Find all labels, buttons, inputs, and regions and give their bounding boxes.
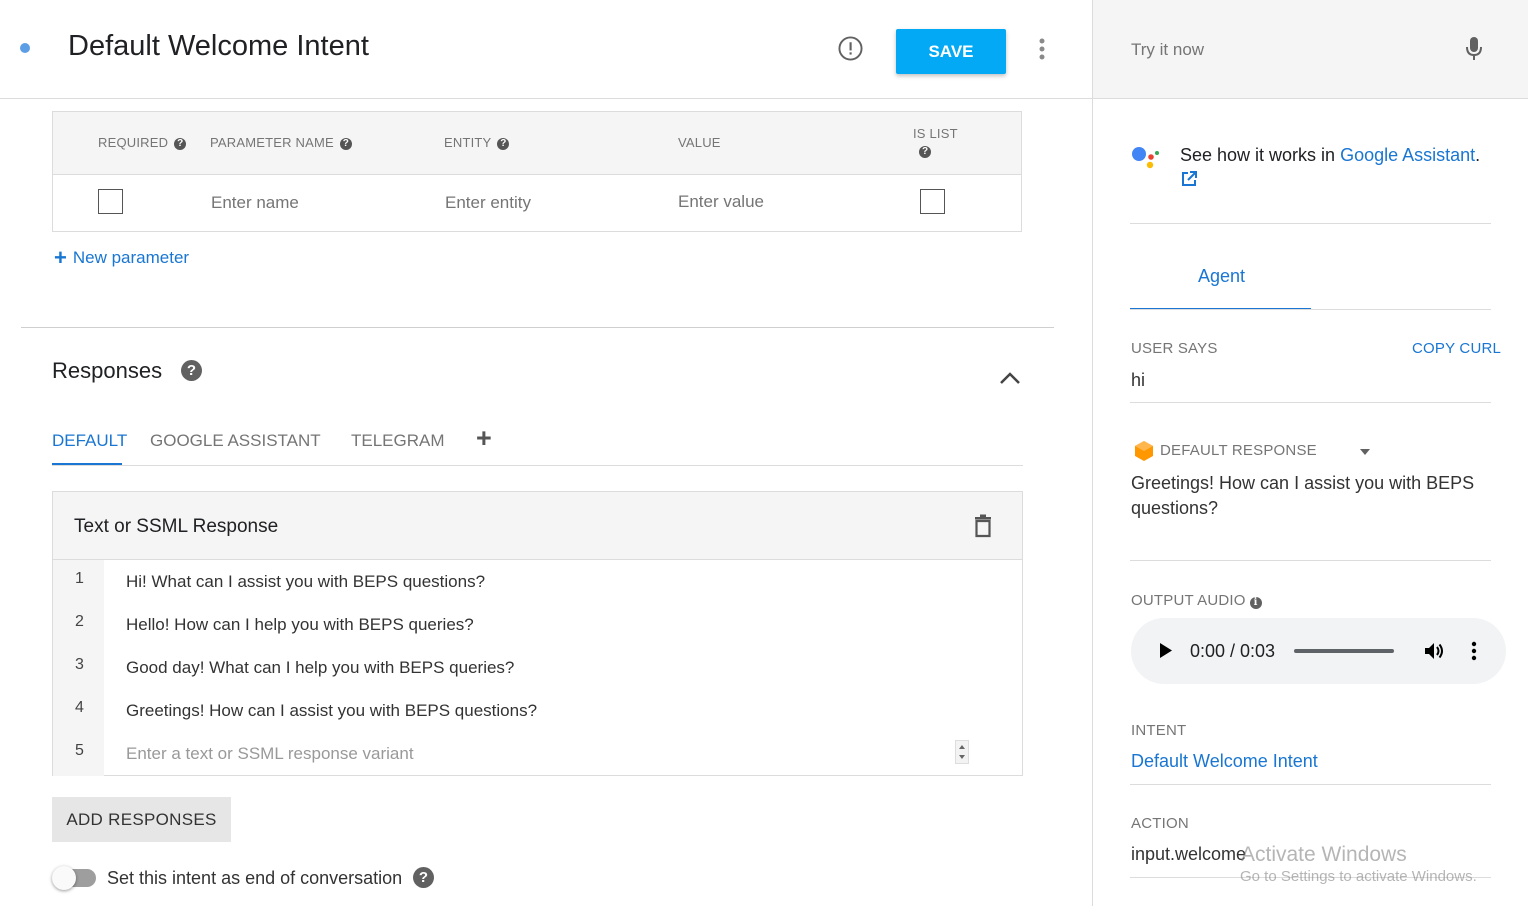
tab-telegram[interactable]: TELEGRAM — [351, 431, 445, 451]
action-label: ACTION — [1131, 815, 1189, 832]
section-divider — [21, 327, 1054, 328]
tab-google-assistant[interactable]: GOOGLE ASSISTANT — [150, 431, 321, 451]
col-is-list: IS LIST — [913, 126, 958, 141]
response-variant[interactable]: Hi! What can I assist you with BEPS ques… — [126, 572, 485, 592]
audio-progress-bar[interactable] — [1294, 649, 1394, 653]
try-it-bar: Try it now — [1093, 0, 1528, 99]
col-parameter-name: PARAMETER NAME? — [210, 135, 352, 150]
audio-player: 0:00 / 0:03 — [1131, 618, 1506, 684]
windows-watermark-subtitle: Go to Settings to activate Windows. — [1240, 868, 1477, 885]
dialogflow-icon — [1135, 441, 1153, 461]
intent-header: Default Welcome Intent SAVE — [0, 0, 1092, 99]
external-link-icon[interactable] — [1180, 170, 1198, 188]
entity-input[interactable] — [445, 193, 645, 213]
new-response-input[interactable]: Enter a text or SSML response variant — [126, 744, 414, 764]
response-variant[interactable]: Good day! What can I help you with BEPS … — [126, 658, 514, 678]
page-title: Default Welcome Intent — [68, 30, 369, 62]
action-value: input.welcome — [1131, 844, 1247, 864]
help-icon[interactable]: ? — [339, 137, 352, 150]
separator — [1130, 309, 1491, 310]
separator — [1130, 223, 1491, 224]
play-icon[interactable] — [1159, 642, 1173, 659]
responses-title: Responses — [52, 358, 163, 383]
text-response-title: Text or SSML Response — [74, 516, 279, 537]
save-button[interactable]: SAVE — [896, 29, 1006, 74]
more-options-icon[interactable] — [1034, 37, 1050, 61]
tab-default[interactable]: DEFAULT — [52, 431, 127, 451]
parameter-table-header: REQUIRED? PARAMETER NAME? ENTITY? VALUE … — [53, 112, 1021, 175]
help-icon[interactable]: ? — [181, 360, 202, 381]
info-icon[interactable]: i — [1249, 597, 1262, 609]
toggle-knob[interactable] — [52, 866, 76, 890]
chevron-up-icon[interactable] — [998, 368, 1022, 386]
resize-spinner-icon[interactable] — [955, 740, 969, 764]
help-icon[interactable]: ? — [919, 146, 931, 158]
add-responses-button[interactable]: ADD RESPONSES — [52, 797, 231, 842]
warning-icon[interactable] — [838, 36, 863, 61]
active-tab-indicator — [52, 463, 122, 465]
user-says-value: hi — [1131, 370, 1146, 390]
text-response-header: Text or SSML Response — [53, 492, 1022, 560]
row-number: 5 — [75, 742, 84, 759]
dropdown-arrow-icon[interactable] — [1359, 448, 1371, 456]
try-it-panel: Try it now See how it works in Google As… — [1092, 0, 1528, 906]
end-conversation-label: Set this intent as end of conversation — [107, 868, 403, 888]
col-entity: ENTITY? — [444, 135, 510, 150]
response-tabs: DEFAULT GOOGLE ASSISTANT TELEGRAM + — [52, 420, 1023, 466]
intent-link[interactable]: Default Welcome Intent — [1131, 751, 1318, 772]
text-response-card: Text or SSML Response 1 2 3 4 5 Hi! What… — [52, 491, 1023, 776]
col-value: VALUE — [678, 135, 721, 150]
help-icon[interactable]: ? — [174, 137, 187, 150]
response-variant[interactable]: Greetings! How can I assist you with BEP… — [126, 701, 537, 721]
output-audio-label: OUTPUT AUDIO i — [1131, 592, 1262, 609]
microphone-icon[interactable] — [1465, 36, 1483, 62]
see-how-text: See how it works in Google Assistant. — [1180, 145, 1481, 165]
status-dot — [20, 43, 30, 53]
value-input[interactable] — [678, 192, 878, 212]
audio-time: 0:00 / 0:03 — [1190, 641, 1276, 661]
response-variant[interactable]: Hello! How can I help you with BEPS quer… — [126, 615, 474, 635]
tab-agent[interactable]: Agent — [1198, 266, 1245, 287]
help-icon[interactable]: ? — [413, 867, 434, 888]
parameter-name-input[interactable] — [211, 193, 411, 213]
separator — [1130, 560, 1491, 561]
help-icon[interactable]: ? — [497, 137, 510, 150]
google-assistant-logo — [1132, 147, 1159, 169]
audio-more-options-icon[interactable] — [1469, 640, 1479, 662]
separator — [1130, 784, 1491, 785]
windows-watermark-title: Activate Windows — [1241, 843, 1407, 866]
row-number-column: 1 2 3 4 5 — [53, 560, 104, 776]
row-number: 1 — [75, 570, 84, 587]
trash-icon[interactable] — [973, 514, 993, 538]
new-parameter-link[interactable]: + New parameter — [54, 245, 189, 271]
try-it-input[interactable]: Try it now — [1131, 40, 1204, 60]
google-assistant-link[interactable]: Google Assistant — [1340, 145, 1475, 165]
separator — [1130, 402, 1491, 403]
row-number: 2 — [75, 613, 84, 630]
default-response-value: Greetings! How can I assist you with BEP… — [1131, 473, 1475, 518]
default-response-label: DEFAULT RESPONSE — [1160, 442, 1317, 459]
row-number: 3 — [75, 656, 84, 673]
parameter-table: REQUIRED? PARAMETER NAME? ENTITY? VALUE … — [52, 111, 1022, 232]
copy-curl-link[interactable]: COPY CURL — [1412, 340, 1501, 357]
row-number: 4 — [75, 699, 84, 716]
plus-icon: + — [54, 245, 67, 270]
col-required: REQUIRED? — [98, 135, 187, 150]
is-list-checkbox[interactable] — [920, 189, 945, 214]
required-checkbox[interactable] — [98, 189, 123, 214]
add-platform-icon[interactable]: + — [476, 423, 492, 454]
intent-label: INTENT — [1131, 722, 1187, 739]
volume-icon[interactable] — [1423, 640, 1445, 662]
user-says-label: USER SAYS — [1131, 340, 1218, 357]
